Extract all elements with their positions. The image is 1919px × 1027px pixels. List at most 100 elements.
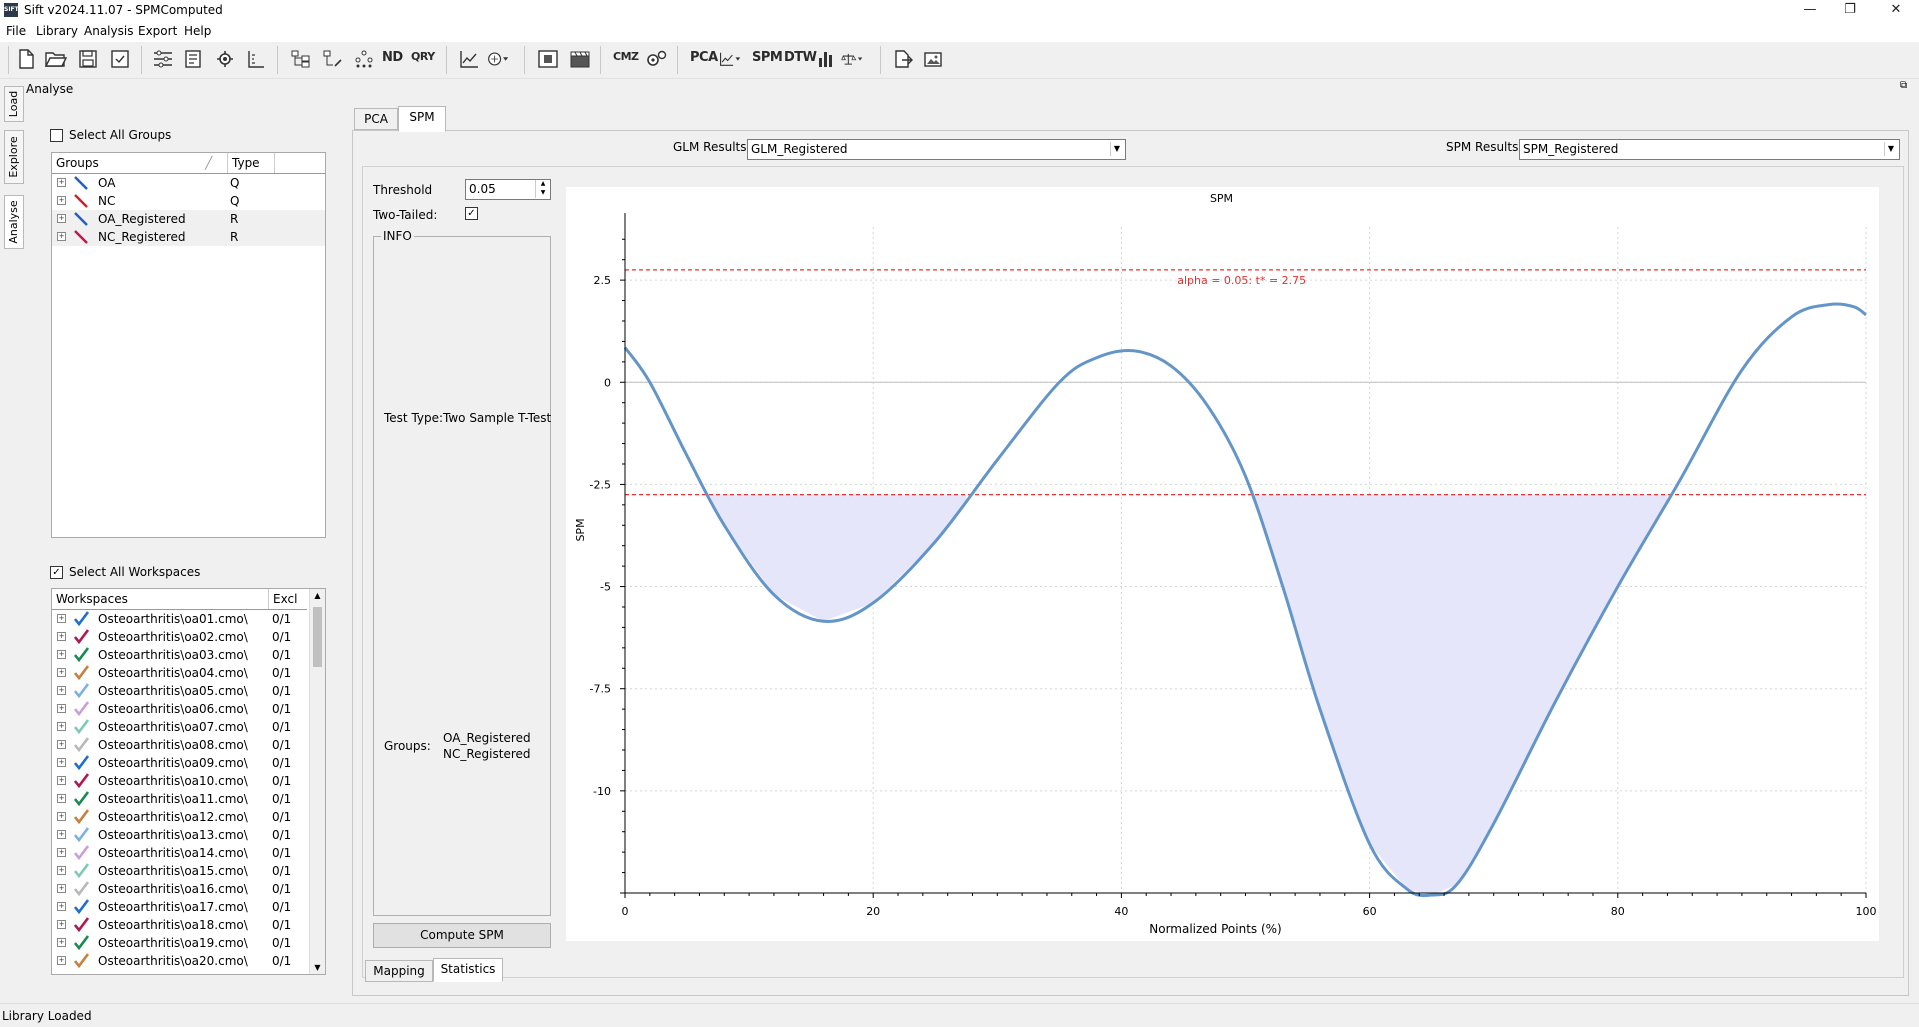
graph-edit-icon[interactable] — [458, 48, 480, 70]
side-tab-analyse[interactable]: Analyse — [4, 195, 24, 249]
workspace-row[interactable]: + Osteoarthritis\oa10.cmo\ 0/1 — [52, 772, 307, 790]
groups-column-header[interactable]: Groups — [56, 156, 99, 170]
checkmark-icon[interactable] — [74, 827, 89, 842]
workspaces-column-header[interactable]: Workspaces — [56, 592, 128, 606]
tab-mapping[interactable]: Mapping — [365, 960, 433, 982]
checkmark-icon[interactable] — [74, 629, 89, 644]
workspace-row[interactable]: + Osteoarthritis\oa20.cmo\ 0/1 — [52, 952, 307, 970]
checkmark-icon[interactable] — [74, 863, 89, 878]
checkmark-icon[interactable] — [74, 809, 89, 824]
workspace-row[interactable]: + Osteoarthritis\oa11.cmo\ 0/1 — [52, 790, 307, 808]
checkmark-icon[interactable] — [74, 773, 89, 788]
checkmark-icon[interactable] — [74, 791, 89, 806]
export-icon[interactable] — [892, 48, 914, 70]
export-image-icon[interactable] — [923, 48, 945, 70]
compute-spm-button[interactable]: Compute SPM — [373, 923, 551, 948]
query-tool-button[interactable]: QRY — [411, 50, 435, 63]
checkmark-icon[interactable] — [74, 845, 89, 860]
scroll-down-icon[interactable]: ▼ — [310, 963, 325, 972]
dtw-tool-button[interactable]: DTW — [784, 50, 817, 65]
expand-icon[interactable]: + — [57, 938, 66, 947]
checkmark-icon[interactable] — [74, 953, 89, 968]
clapperboard-icon[interactable] — [569, 48, 591, 70]
gears-icon[interactable] — [645, 48, 667, 70]
workspace-row[interactable]: + Osteoarthritis\oa18.cmo\ 0/1 — [52, 916, 307, 934]
checkmark-icon[interactable] — [74, 683, 89, 698]
expand-icon[interactable]: + — [57, 178, 66, 187]
select-all-workspaces-checkbox[interactable]: ✓ — [50, 566, 63, 579]
checkmark-icon[interactable] — [74, 701, 89, 716]
checkmark-icon[interactable] — [74, 755, 89, 770]
menu-help[interactable]: Help — [184, 24, 211, 38]
gear-icon[interactable] — [214, 48, 236, 70]
save-as-icon[interactable] — [109, 48, 131, 70]
workspace-row[interactable]: + Osteoarthritis\oa05.cmo\ 0/1 — [52, 682, 307, 700]
checkmark-icon[interactable] — [74, 935, 89, 950]
float-panel-icon[interactable]: ⧉ — [1900, 80, 1907, 91]
film-frame-icon[interactable] — [537, 48, 559, 70]
checkmark-icon[interactable] — [74, 899, 89, 914]
bar-chart-icon[interactable] — [815, 48, 837, 70]
checkmark-icon[interactable] — [74, 665, 89, 680]
line-chart-dropdown-icon[interactable] — [719, 48, 741, 70]
menu-library[interactable]: Library — [36, 24, 78, 38]
workspace-row[interactable]: + Osteoarthritis\oa04.cmo\ 0/1 — [52, 664, 307, 682]
workspace-row[interactable]: + Osteoarthritis\oa14.cmo\ 0/1 — [52, 844, 307, 862]
tab-statistics[interactable]: Statistics — [433, 958, 503, 982]
expand-icon[interactable]: + — [57, 704, 66, 713]
spin-down-icon[interactable]: ▼ — [535, 189, 550, 198]
spm-tool-button[interactable]: SPM — [752, 50, 783, 65]
expand-icon[interactable]: + — [57, 232, 66, 241]
cmz-tool-button[interactable]: CMZ — [613, 50, 639, 63]
expand-icon[interactable]: + — [57, 884, 66, 893]
workspace-row[interactable]: + Osteoarthritis\oa02.cmo\ 0/1 — [52, 628, 307, 646]
menu-analysis[interactable]: Analysis — [84, 24, 133, 38]
expand-icon[interactable]: + — [57, 758, 66, 767]
workspace-row[interactable]: + Osteoarthritis\oa12.cmo\ 0/1 — [52, 808, 307, 826]
workspace-row[interactable]: + Osteoarthritis\oa16.cmo\ 0/1 — [52, 880, 307, 898]
expand-icon[interactable]: + — [57, 956, 66, 965]
spin-up-icon[interactable]: ▲ — [535, 180, 550, 189]
expand-icon[interactable]: + — [57, 812, 66, 821]
expand-icon[interactable]: + — [57, 776, 66, 785]
two-tailed-checkbox[interactable]: ✓ — [465, 207, 478, 220]
workspace-row[interactable]: + Osteoarthritis\oa09.cmo\ 0/1 — [52, 754, 307, 772]
save-icon[interactable] — [77, 48, 99, 70]
expand-icon[interactable]: + — [57, 920, 66, 929]
expand-icon[interactable]: + — [57, 848, 66, 857]
pca-tool-button[interactable]: PCA — [690, 50, 718, 65]
checkmark-icon[interactable] — [74, 737, 89, 752]
tab-spm[interactable]: SPM — [398, 106, 446, 132]
settings-sliders-icon[interactable] — [152, 48, 174, 70]
tab-pca[interactable]: PCA — [354, 108, 398, 130]
expand-icon[interactable]: + — [57, 866, 66, 875]
checkmark-icon[interactable] — [74, 917, 89, 932]
select-all-groups-checkbox[interactable] — [50, 129, 63, 142]
expand-icon[interactable]: + — [57, 902, 66, 911]
scroll-up-icon[interactable]: ▲ — [310, 591, 325, 600]
workspace-row[interactable]: + Osteoarthritis\oa06.cmo\ 0/1 — [52, 700, 307, 718]
workspace-row[interactable]: + Osteoarthritis\oa08.cmo\ 0/1 — [52, 736, 307, 754]
workspace-row[interactable]: + Osteoarthritis\oa15.cmo\ 0/1 — [52, 862, 307, 880]
balance-scale-dropdown-icon[interactable] — [841, 48, 863, 70]
workspaces-scrollbar[interactable]: ▲ ▼ — [309, 589, 325, 974]
threshold-spinbox[interactable]: 0.05 ▲ ▼ — [465, 179, 551, 200]
group-row[interactable]: + NC Q — [52, 192, 325, 210]
tree-layout-icon[interactable] — [290, 48, 312, 70]
workspace-row[interactable]: + Osteoarthritis\oa07.cmo\ 0/1 — [52, 718, 307, 736]
workspace-row[interactable]: + Osteoarthritis\oa03.cmo\ 0/1 — [52, 646, 307, 664]
expand-icon[interactable]: + — [57, 686, 66, 695]
hierarchy-icon[interactable] — [353, 48, 375, 70]
group-row[interactable]: + OA_Registered R — [52, 210, 325, 228]
group-row[interactable]: + OA Q — [52, 174, 325, 192]
checkmark-icon[interactable] — [74, 611, 89, 626]
group-row[interactable]: + NC_Registered R — [52, 228, 325, 246]
spm-results-select[interactable]: SPM_Registered ▼ — [1519, 139, 1900, 160]
scrollbar-thumb[interactable] — [313, 607, 322, 667]
expand-icon[interactable]: + — [57, 214, 66, 223]
expand-icon[interactable]: + — [57, 650, 66, 659]
open-folder-icon[interactable] — [45, 48, 67, 70]
filter-dropdown-icon[interactable] — [487, 48, 509, 70]
checkmark-icon[interactable] — [74, 719, 89, 734]
expand-icon[interactable]: + — [57, 722, 66, 731]
